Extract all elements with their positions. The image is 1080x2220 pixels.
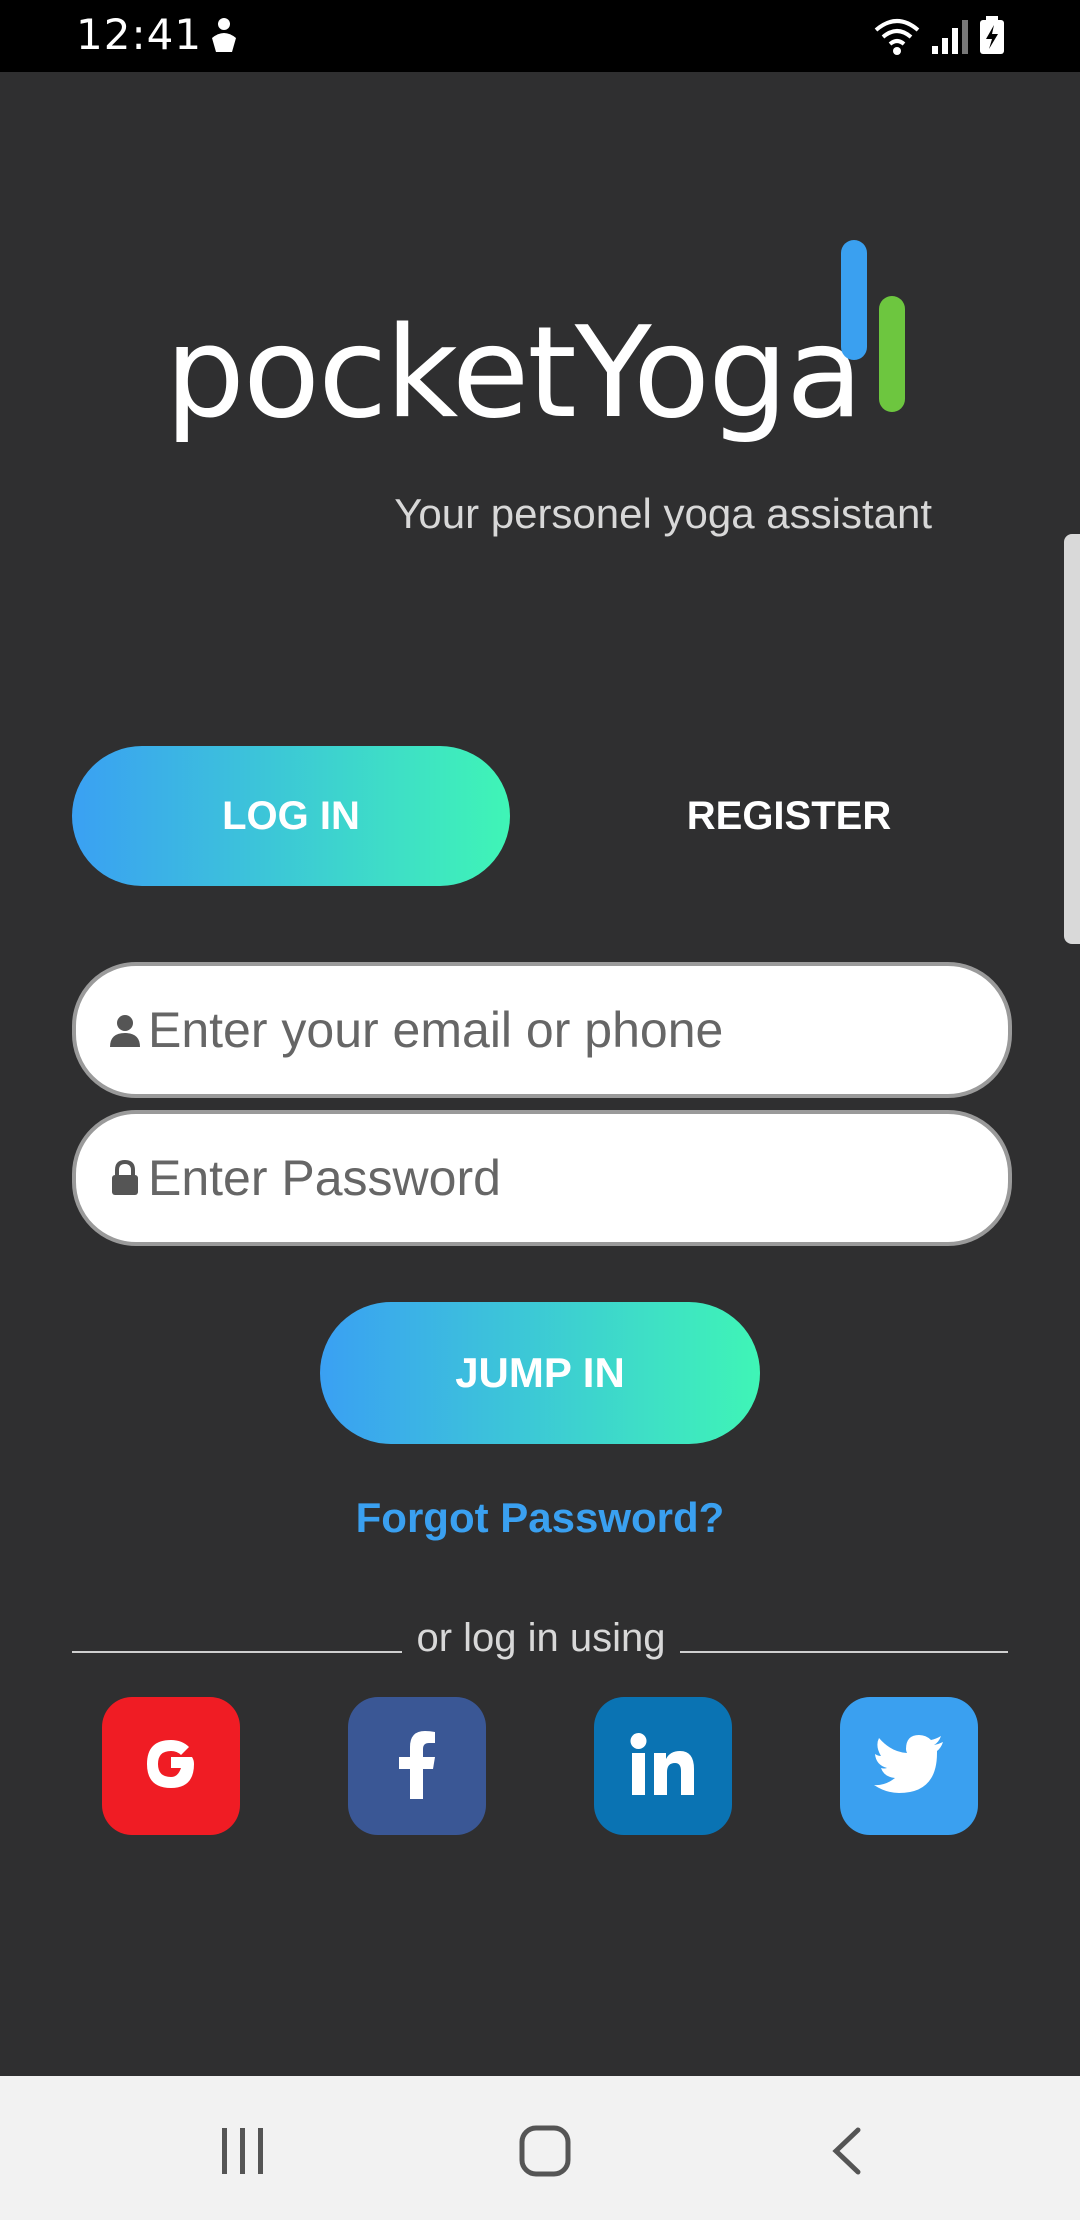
battery-icon (978, 16, 1006, 61)
scroll-indicator[interactable] (1064, 534, 1080, 944)
recents-icon[interactable] (203, 2116, 283, 2186)
forgot-password-link[interactable]: Forgot Password? (0, 1494, 1080, 1542)
google-login-button[interactable] (102, 1697, 240, 1835)
home-icon[interactable] (505, 2116, 585, 2186)
app-logo: pocketYoga (165, 240, 915, 460)
tab-register[interactable]: REGISTER (570, 746, 1008, 886)
status-bar: 12:41 (0, 0, 1080, 72)
linkedin-login-button[interactable] (594, 1697, 732, 1835)
password-input[interactable] (148, 1149, 968, 1207)
facebook-icon (397, 1729, 437, 1804)
password-field[interactable] (72, 1110, 1012, 1246)
twitter-login-button[interactable] (840, 1697, 978, 1835)
twitter-icon (873, 1734, 945, 1799)
app-tagline: Your personel yoga assistant (394, 490, 932, 537)
facebook-login-button[interactable] (348, 1697, 486, 1835)
linkedin-icon (630, 1732, 696, 1800)
system-nav-bar (0, 2076, 1080, 2220)
wifi-icon (872, 14, 922, 63)
person-icon (108, 1013, 142, 1047)
status-time: 12:41 (76, 10, 203, 59)
back-icon[interactable] (807, 2116, 887, 2186)
logo-blue-bar (841, 240, 867, 360)
jump-in-button[interactable]: JUMP IN (320, 1302, 760, 1444)
tab-login[interactable]: LOG IN (72, 746, 510, 886)
notification-icon (206, 16, 242, 61)
logo-green-bar (879, 296, 905, 412)
lock-icon (108, 1160, 142, 1195)
logo-text: pocketYoga (165, 299, 863, 446)
divider-line-left (72, 1651, 402, 1653)
email-input[interactable] (148, 1001, 968, 1059)
social-divider-label: or log in using (416, 1616, 666, 1660)
email-field[interactable] (72, 962, 1012, 1098)
divider-line-right (680, 1651, 1008, 1653)
google-icon (134, 1727, 208, 1806)
signal-icon (930, 18, 970, 61)
